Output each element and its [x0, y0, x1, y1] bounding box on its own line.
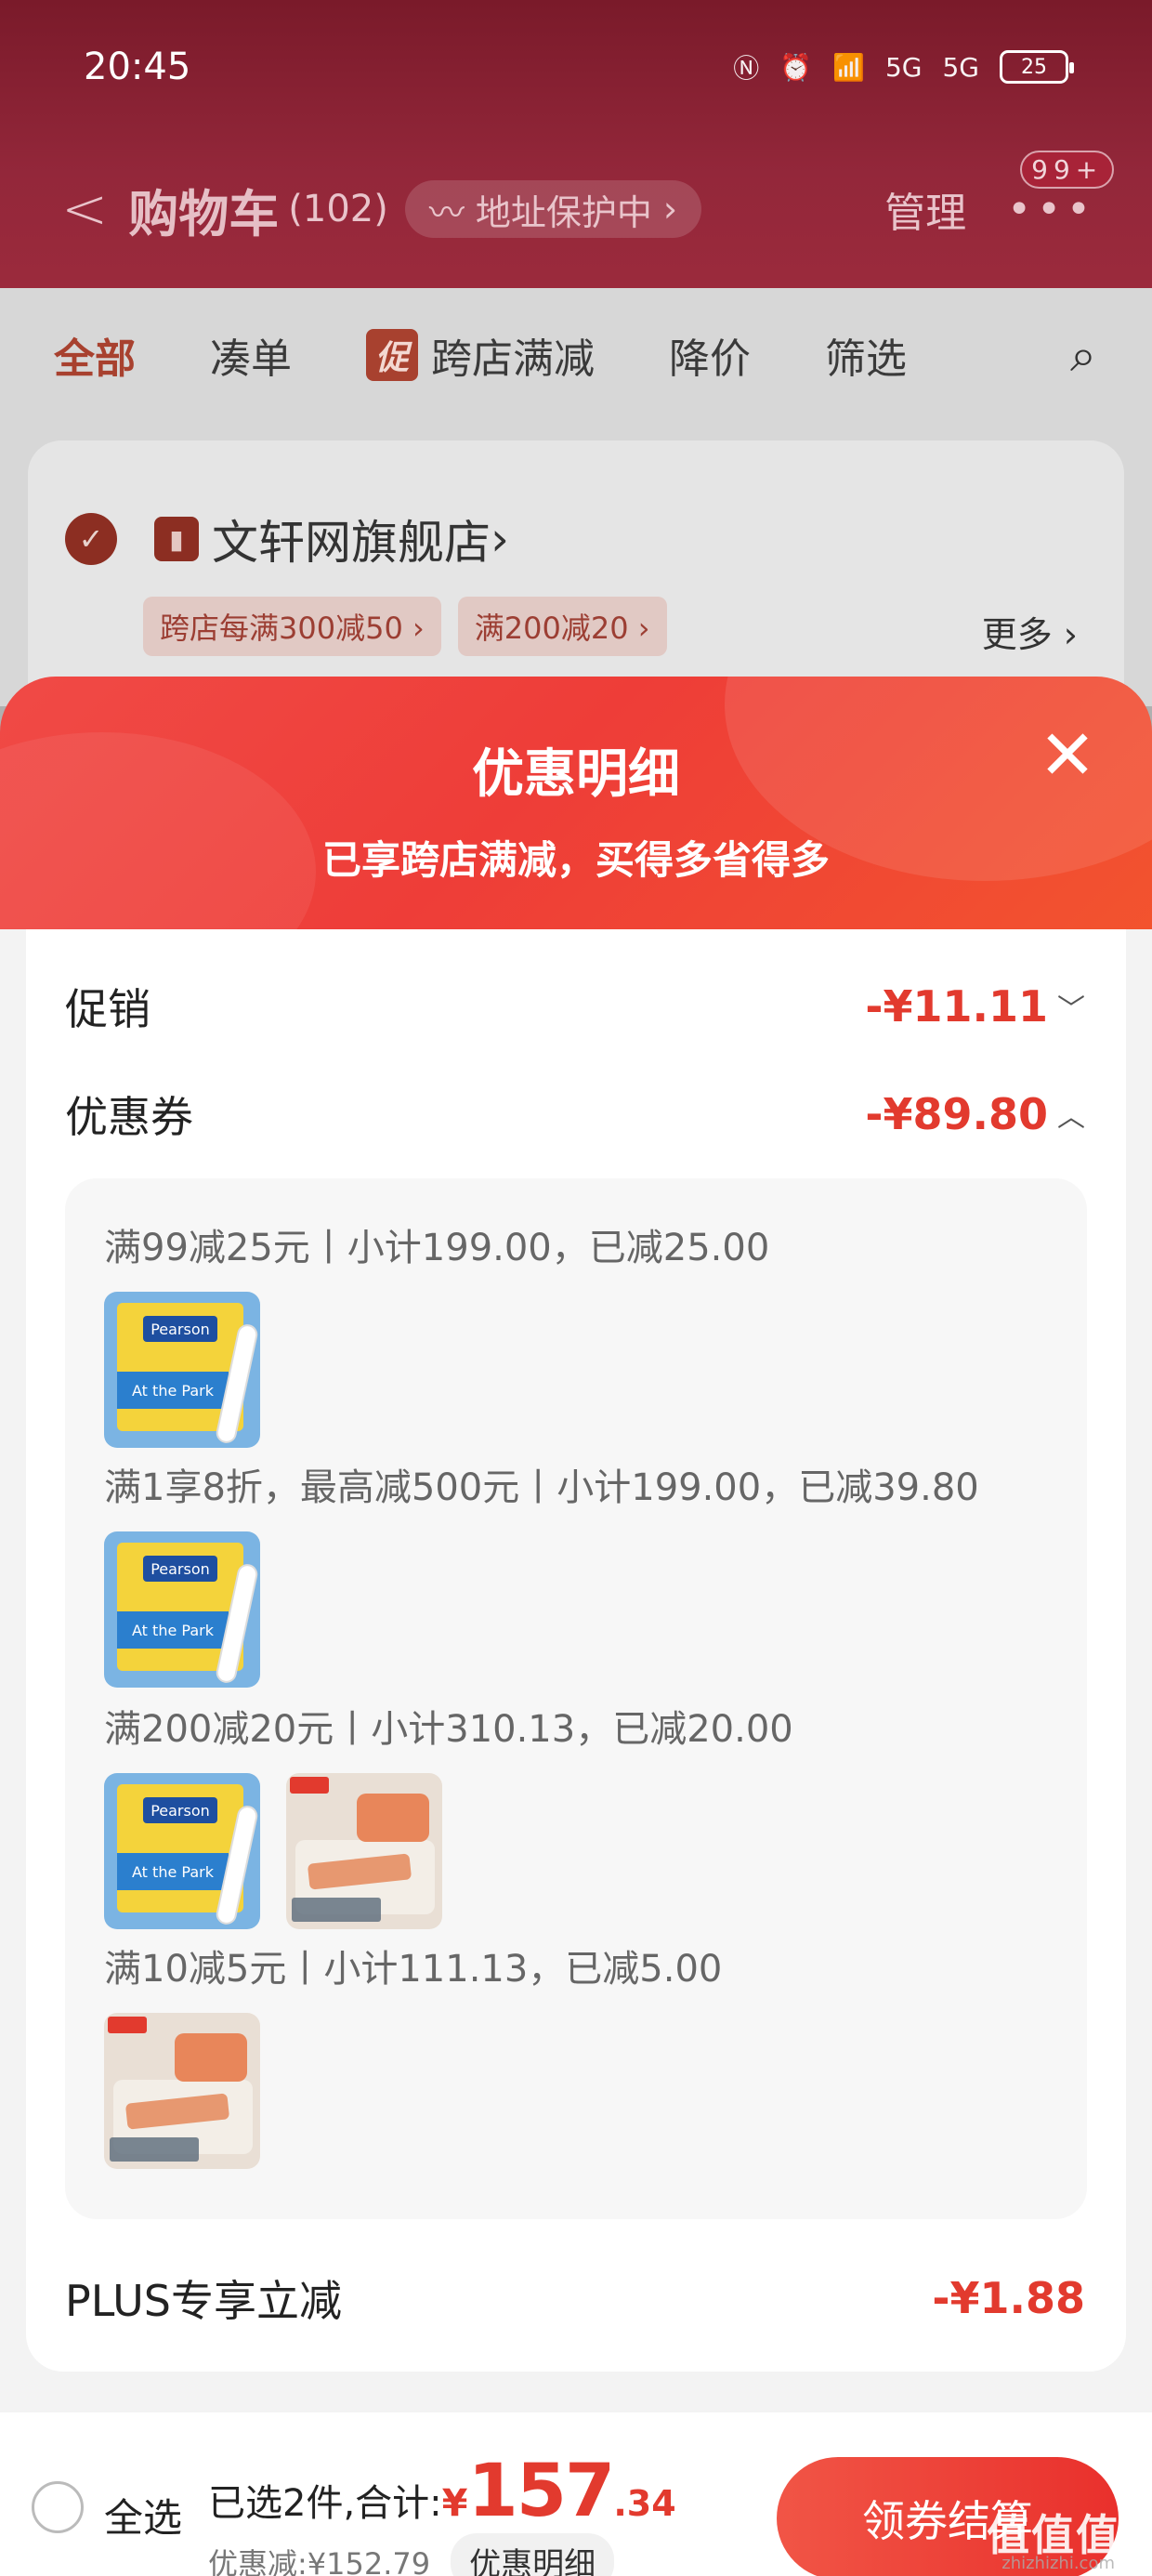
cart-nav: < 购物车 (102) 〰 地址保护中 › 管理 ••• 99+ [61, 150, 1115, 246]
tab-add-on[interactable]: 凑单 [210, 325, 292, 385]
tab-cross-store-label: 跨店满减 [431, 335, 596, 383]
chevron-right-icon: › [491, 512, 509, 566]
filter-tabs: 全部 凑单 促 跨店满减 降价 筛选 ⌕ [54, 325, 1096, 385]
discount-amount-text: 优惠减:¥152.79 [208, 2545, 431, 2576]
store-more-link[interactable]: 更多 › [982, 606, 1078, 657]
promo-chip[interactable]: 满200减20 › [457, 597, 667, 656]
header-area: 20:45 Ⓝ ⏰ 📶 5G 5G 25 < 购物车 (102) 〰 地址保护中… [0, 0, 1152, 288]
signal-icon-1: 5G [884, 51, 923, 83]
product-thumbnail-book[interactable]: Pearson At the Park [104, 1292, 260, 1448]
chevron-up-icon: ︿ [1057, 1101, 1085, 1134]
select-all-radio[interactable] [32, 2481, 84, 2533]
discount-detail-sheet: 优惠明细 已享跨店满减，买得多省得多 ✕ 促销 -¥11.11 ﹀ 优惠券 -¥… [0, 677, 1152, 2576]
coupon-group-title: 满99减25元丨小计199.00，已减25.00 [104, 1227, 770, 1269]
plus-discount-row: PLUS专享立减 -¥1.88 [65, 2267, 1085, 2329]
promo-chip[interactable]: 跨店每满300减50 › [143, 597, 441, 656]
total-decimal: .34 [613, 2483, 676, 2524]
search-icon[interactable]: ⌕ [1070, 328, 1096, 383]
sheet-title: 优惠明细 [472, 744, 680, 805]
product-thumbnail-book[interactable]: Pearson At the Park [104, 1531, 260, 1688]
tab-filter[interactable]: 筛选 [825, 325, 907, 385]
product-thumbnail-bedding[interactable] [104, 2013, 260, 2169]
store-promo-chips: 跨店每满300减50 › 满200减20 › [143, 597, 667, 656]
product-thumbnail-bedding[interactable] [286, 1773, 442, 1929]
plus-discount-label: PLUS专享立减 [65, 2276, 342, 2326]
coupon-items: Pearson At the Park [104, 1292, 769, 1448]
battery-icon: 25 [1000, 50, 1074, 84]
chevron-right-icon: › [662, 189, 678, 230]
checkout-bar: 全选 已选2件,合计: ¥ 157 .34 优惠减:¥152.79 优惠明细 领… [0, 2412, 1152, 2576]
product-thumbnail-book[interactable]: Pearson At the Park [104, 1773, 260, 1929]
coupon-group-title: 满10减5元丨小计111.13，已减5.00 [104, 1948, 723, 1991]
select-all-label[interactable]: 全选 [104, 2487, 182, 2543]
tab-price-drop[interactable]: 降价 [669, 325, 751, 385]
cart-count: (102) [288, 188, 388, 230]
coupon-group-title: 满200减20元丨小计310.13，已减20.00 [104, 1708, 793, 1751]
promotion-value: -¥11.11 ﹀ [865, 981, 1085, 1032]
nfc-icon: Ⓝ [733, 53, 760, 84]
total-integer: 157 [467, 2450, 615, 2533]
promotion-amount: -¥11.11 [865, 981, 1048, 1032]
more-dots-icon: ••• [1007, 185, 1096, 233]
close-icon[interactable]: ✕ [1037, 721, 1098, 790]
status-icons: Ⓝ ⏰ 📶 5G 5G 25 [733, 48, 1074, 85]
alarm-icon: ⏰ [779, 51, 813, 83]
coupon-group: 满1享8折，最高减500元丨小计199.00，已减39.80 Pearson At… [104, 1457, 979, 1688]
coupon-amount: -¥89.80 [865, 1089, 1048, 1139]
discount-detail-button[interactable]: 优惠明细 [451, 2533, 615, 2576]
coupon-group: 满99减25元丨小计199.00，已减25.00 Pearson At the P… [104, 1217, 769, 1448]
coupon-value: -¥89.80 ︿ [865, 1089, 1085, 1139]
address-protection-label: 地址保护中 [475, 191, 652, 233]
selected-count-text: 已选2件,合计: [208, 2482, 442, 2525]
coupon-group: 满10减5元丨小计111.13，已减5.00 [104, 1939, 722, 2169]
watermark-url: zhizhizhi.com [1001, 2554, 1115, 2573]
promotion-label: 促销 [65, 984, 151, 1034]
address-trend-icon: 〰 [428, 191, 465, 233]
coupon-row[interactable]: 优惠券 -¥89.80 ︿ [65, 1084, 1085, 1145]
coupon-group-title: 满1享8折，最高减500元丨小计199.00，已减39.80 [104, 1466, 979, 1509]
status-bar: 20:45 Ⓝ ⏰ 📶 5G 5G 25 [84, 39, 1074, 95]
coupon-group: 满200减20元丨小计310.13，已减20.00 Pearson At the … [104, 1699, 793, 1929]
back-icon[interactable]: < [61, 177, 108, 242]
message-badge: 99+ [1020, 150, 1115, 189]
store-header: ✓ ▮ 文轩网旗舰店 › [65, 506, 509, 572]
promotion-row[interactable]: 促销 -¥11.11 ﹀ [65, 976, 1085, 1037]
sheet-header: 优惠明细 已享跨店满减，买得多省得多 ✕ [0, 677, 1152, 955]
store-checkbox-checked[interactable]: ✓ [65, 513, 117, 565]
cart-page-background: 20:45 Ⓝ ⏰ 📶 5G 5G 25 < 购物车 (102) 〰 地址保护中… [0, 0, 1152, 738]
total-summary: 已选2件,合计: ¥ 157 .34 [208, 2450, 676, 2533]
store-name[interactable]: 文轩网旗舰店 [212, 506, 491, 572]
promo-tag-icon: 促 [366, 329, 419, 381]
sheet-subtitle: 已享跨店满减，买得多省得多 [321, 837, 830, 883]
manage-button[interactable]: 管理 [884, 179, 966, 239]
tab-all[interactable]: 全部 [54, 325, 136, 385]
status-time: 20:45 [84, 46, 191, 88]
discount-panel: 促销 -¥11.11 ﹀ 优惠券 -¥89.80 ︿ 满99减25元丨小计199… [26, 929, 1126, 2372]
coupon-label: 优惠券 [65, 1092, 193, 1142]
more-menu-button[interactable]: ••• 99+ [1007, 150, 1115, 233]
sheet-body: 促销 -¥11.11 ﹀ 优惠券 -¥89.80 ︿ 满99减25元丨小计199… [0, 929, 1152, 2576]
signal-icon-2: 5G [942, 51, 979, 83]
coupon-items [104, 2013, 722, 2169]
address-protection-pill[interactable]: 〰 地址保护中 › [404, 180, 702, 238]
discount-summary: 优惠减:¥152.79 优惠明细 [208, 2533, 615, 2576]
plus-discount-value: -¥1.88 [932, 2273, 1085, 2323]
wifi-icon: 📶 [832, 51, 865, 83]
chevron-down-icon: ﹀ [1057, 993, 1085, 1026]
coupon-detail-list: 满99减25元丨小计199.00，已减25.00 Pearson At the P… [65, 1178, 1087, 2219]
coupon-items: Pearson At the Park [104, 1773, 793, 1929]
coupon-items: Pearson At the Park [104, 1531, 979, 1688]
tab-cross-store-discount[interactable]: 促 跨店满减 [366, 325, 595, 385]
store-logo-icon: ▮ [154, 517, 199, 561]
page-title: 购物车 [128, 184, 280, 243]
currency-symbol: ¥ [441, 2482, 468, 2525]
